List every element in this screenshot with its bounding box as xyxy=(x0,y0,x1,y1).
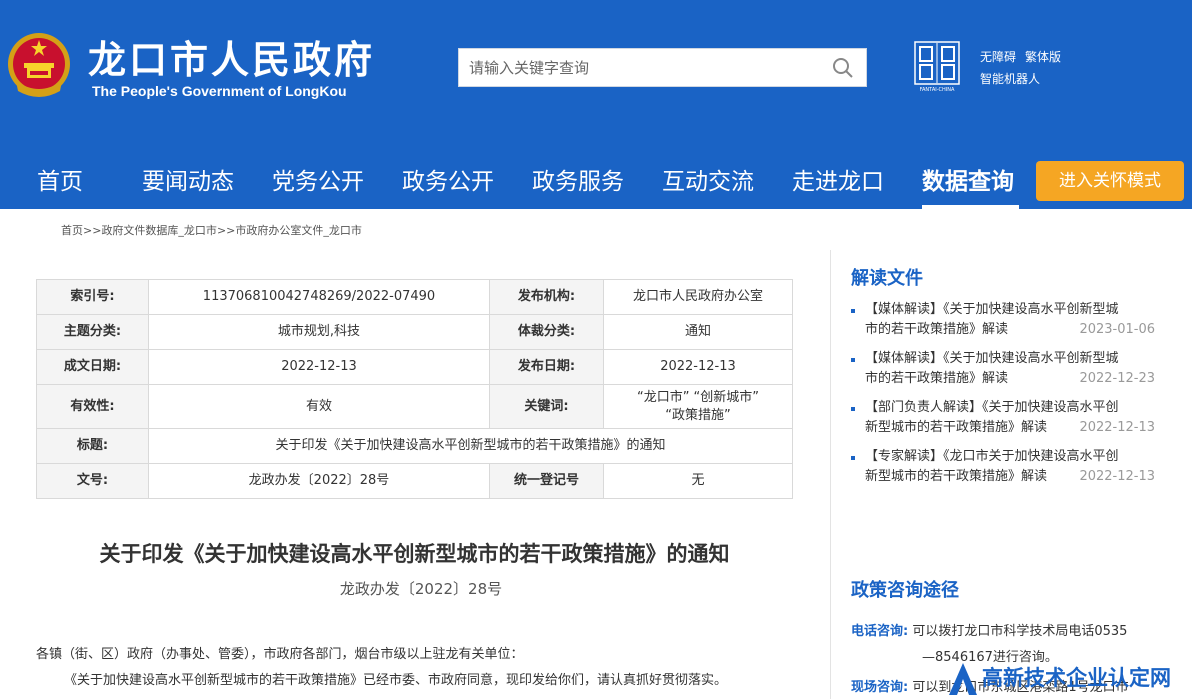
interpretation-link-line[interactable]: 新型城市的若干政策措施》解读 xyxy=(865,420,1047,435)
doc-number-value: 龙政办发〔2022〕28号 xyxy=(148,463,490,499)
validity-value: 有效 xyxy=(148,384,490,429)
doc-number-label: 文号: xyxy=(36,463,149,499)
care-mode-button[interactable]: 进入关怀模式 xyxy=(1036,161,1184,201)
onsite-consult-label: 现场咨询: xyxy=(851,680,909,695)
site-header: 龙口市人民政府 The People's Government of LongK… xyxy=(0,0,1192,151)
phone-consult: 电话咨询: 可以拨打龙口市科学技术局电话0535 xyxy=(851,620,1127,639)
interpretation-link-line[interactable]: 【专家解读】《龙口市关于加快建设高水平创 xyxy=(865,449,1119,464)
list-item[interactable]: 【专家解读】《龙口市关于加快建设高水平创 新型城市的若干政策措施》解读 2022… xyxy=(851,447,1161,496)
nav-item-news[interactable]: 要闻动态 xyxy=(142,151,234,209)
nav-item-interaction[interactable]: 互动交流 xyxy=(662,151,754,209)
document-info-table: 索引号: 113706810042748269/2022-07490 发布机构:… xyxy=(36,279,793,499)
interpretation-link-line[interactable]: 【媒体解读】《关于加快建设高水平创新型城 xyxy=(865,302,1119,317)
traditional-chinese-link[interactable]: 繁体版 xyxy=(1025,50,1061,64)
interpretation-date: 2022-12-23 xyxy=(1079,371,1155,386)
interpretation-link-line[interactable]: 市的若干政策措施》解读 xyxy=(865,322,1008,337)
document-paragraph: 各镇（街、区）政府（办事处、管委），市政府各部门，烟台市级以上驻龙有关单位： xyxy=(36,647,524,662)
breadcrumb-home[interactable]: 首页 xyxy=(61,224,83,237)
table-row: 主题分类: 城市规划,科技 体裁分类: 通知 xyxy=(36,314,793,350)
phone-consult-text: 可以拨打龙口市科学技术局电话0535 xyxy=(912,624,1128,639)
national-emblem-icon xyxy=(8,33,70,97)
china-seal-logo-icon: FANTAI-CHINA xyxy=(914,41,960,93)
breadcrumb-policy-database[interactable]: 政府文件数据库_龙口市 xyxy=(101,224,217,237)
created-date-label: 成文日期: xyxy=(36,349,149,385)
genre-label: 体裁分类: xyxy=(489,314,604,350)
title-value: 关于印发《关于加快建设高水平创新型城市的若干政策措施》的通知 xyxy=(148,428,793,464)
table-row: 索引号: 113706810042748269/2022-07490 发布机构:… xyxy=(36,279,793,315)
top-links: 无障碍 繁体版 智能机器人 xyxy=(980,46,1070,90)
interpretation-date: 2022-12-13 xyxy=(1079,469,1155,484)
document-title: 关于印发《关于加快建设高水平创新型城市的若干政策措施》的通知 xyxy=(99,542,730,566)
table-row: 有效性: 有效 关键词: “龙口市” “创新城市” “政策措施” xyxy=(36,384,793,429)
keywords-label: 关键词: xyxy=(489,384,604,429)
nav-item-about-longkou[interactable]: 走进龙口 xyxy=(792,151,884,209)
site-title: 龙口市人民政府 xyxy=(88,38,376,82)
published-date-label: 发布日期: xyxy=(489,349,604,385)
published-date-value: 2022-12-13 xyxy=(603,349,793,385)
main-nav: 首页 要闻动态 党务公开 政务公开 政务服务 互动交流 走进龙口 数据查询 xyxy=(0,151,1192,209)
list-item[interactable]: 【媒体解读】《关于加快建设高水平创新型城 市的若干政策措施》解读 2023-01… xyxy=(851,300,1161,349)
interpretation-heading: 解读文件 xyxy=(851,268,923,289)
table-row: 文号: 龙政办发〔2022〕28号 统一登记号 无 xyxy=(36,463,793,499)
logo-caption: FANTAI-CHINA xyxy=(920,87,955,93)
search-box xyxy=(458,48,867,87)
created-date-value: 2022-12-13 xyxy=(148,349,490,385)
keywords-value: “龙口市” “创新城市” “政策措施” xyxy=(603,384,793,429)
keywords-line: “龙口市” “创新城市” xyxy=(636,389,760,405)
genre-value: 通知 xyxy=(603,314,793,350)
bullet-icon xyxy=(851,358,855,362)
bullet-icon xyxy=(851,407,855,411)
phone-consult-label: 电话咨询: xyxy=(851,624,909,639)
registration-value: 无 xyxy=(603,463,793,499)
breadcrumb-separator: >> xyxy=(216,224,236,237)
table-row: 标题: 关于印发《关于加快建设高水平创新型城市的若干政策措施》的通知 xyxy=(36,428,793,464)
validity-label: 有效性: xyxy=(36,384,149,429)
search-icon[interactable] xyxy=(832,57,854,79)
topic-value: 城市规划,科技 xyxy=(148,314,490,350)
index-label: 索引号: xyxy=(36,279,149,315)
watermark-text: 高新技术企业认定网 xyxy=(982,666,1171,690)
breadcrumb: 首页>>政府文件数据库_龙口市>>市政府办公室文件_龙口市 xyxy=(61,222,362,238)
list-item[interactable]: 【媒体解读】《关于加快建设高水平创新型城 市的若干政策措施》解读 2022-12… xyxy=(851,349,1161,398)
interpretation-link-line[interactable]: 【部门负责人解读】《关于加快建设高水平创 xyxy=(865,400,1119,415)
interpretation-list: 【媒体解读】《关于加快建设高水平创新型城 市的若干政策措施》解读 2023-01… xyxy=(851,300,1161,496)
index-value: 113706810042748269/2022-07490 xyxy=(148,279,490,315)
breadcrumb-separator: >> xyxy=(83,224,102,237)
table-row: 成文日期: 2022-12-13 发布日期: 2022-12-13 xyxy=(36,349,793,385)
org-value: 龙口市人民政府办公室 xyxy=(603,279,793,315)
document-number: 龙政办发〔2022〕28号 xyxy=(339,580,503,598)
interpretation-link-line[interactable]: 市的若干政策措施》解读 xyxy=(865,371,1008,386)
sidebar-divider xyxy=(830,250,831,699)
watermark: 高新技术企业认定网 xyxy=(946,660,1192,699)
keywords-line: “政策措施” xyxy=(665,407,731,423)
registration-label: 统一登记号 xyxy=(489,463,604,499)
search-input[interactable] xyxy=(459,49,839,86)
interpretation-link-line[interactable]: 【媒体解读】《关于加快建设高水平创新型城 xyxy=(865,351,1119,366)
topic-label: 主题分类: xyxy=(36,314,149,350)
nav-item-party-affairs[interactable]: 党务公开 xyxy=(272,151,364,209)
nav-item-data-query[interactable]: 数据查询 xyxy=(922,151,1014,209)
list-item[interactable]: 【部门负责人解读】《关于加快建设高水平创 新型城市的若干政策措施》解读 2022… xyxy=(851,398,1161,447)
interpretation-date: 2022-12-13 xyxy=(1079,420,1155,435)
accessibility-link[interactable]: 无障碍 xyxy=(980,50,1016,64)
interpretation-link-line[interactable]: 新型城市的若干政策措施》解读 xyxy=(865,469,1047,484)
consultation-heading: 政策咨询途径 xyxy=(851,580,959,601)
org-label: 发布机构: xyxy=(489,279,604,315)
smart-robot-link[interactable]: 智能机器人 xyxy=(980,72,1040,86)
bullet-icon xyxy=(851,309,855,313)
breadcrumb-office-documents[interactable]: 市政府办公室文件_龙口市 xyxy=(235,224,362,237)
watermark-logo-icon xyxy=(949,663,977,695)
nav-item-government-services[interactable]: 政务服务 xyxy=(532,151,624,209)
interpretation-date: 2023-01-06 xyxy=(1079,322,1155,337)
site-subtitle: The People's Government of LongKou xyxy=(92,83,347,99)
document-paragraph: 《关于加快建设高水平创新型城市的若干政策措施》已经市委、市政府同意，现印发给你们… xyxy=(64,673,728,688)
nav-item-home[interactable]: 首页 xyxy=(37,151,83,209)
bullet-icon xyxy=(851,456,855,460)
nav-item-government-affairs[interactable]: 政务公开 xyxy=(402,151,494,209)
title-label: 标题: xyxy=(36,428,149,464)
nav-active-underline xyxy=(922,205,1019,209)
